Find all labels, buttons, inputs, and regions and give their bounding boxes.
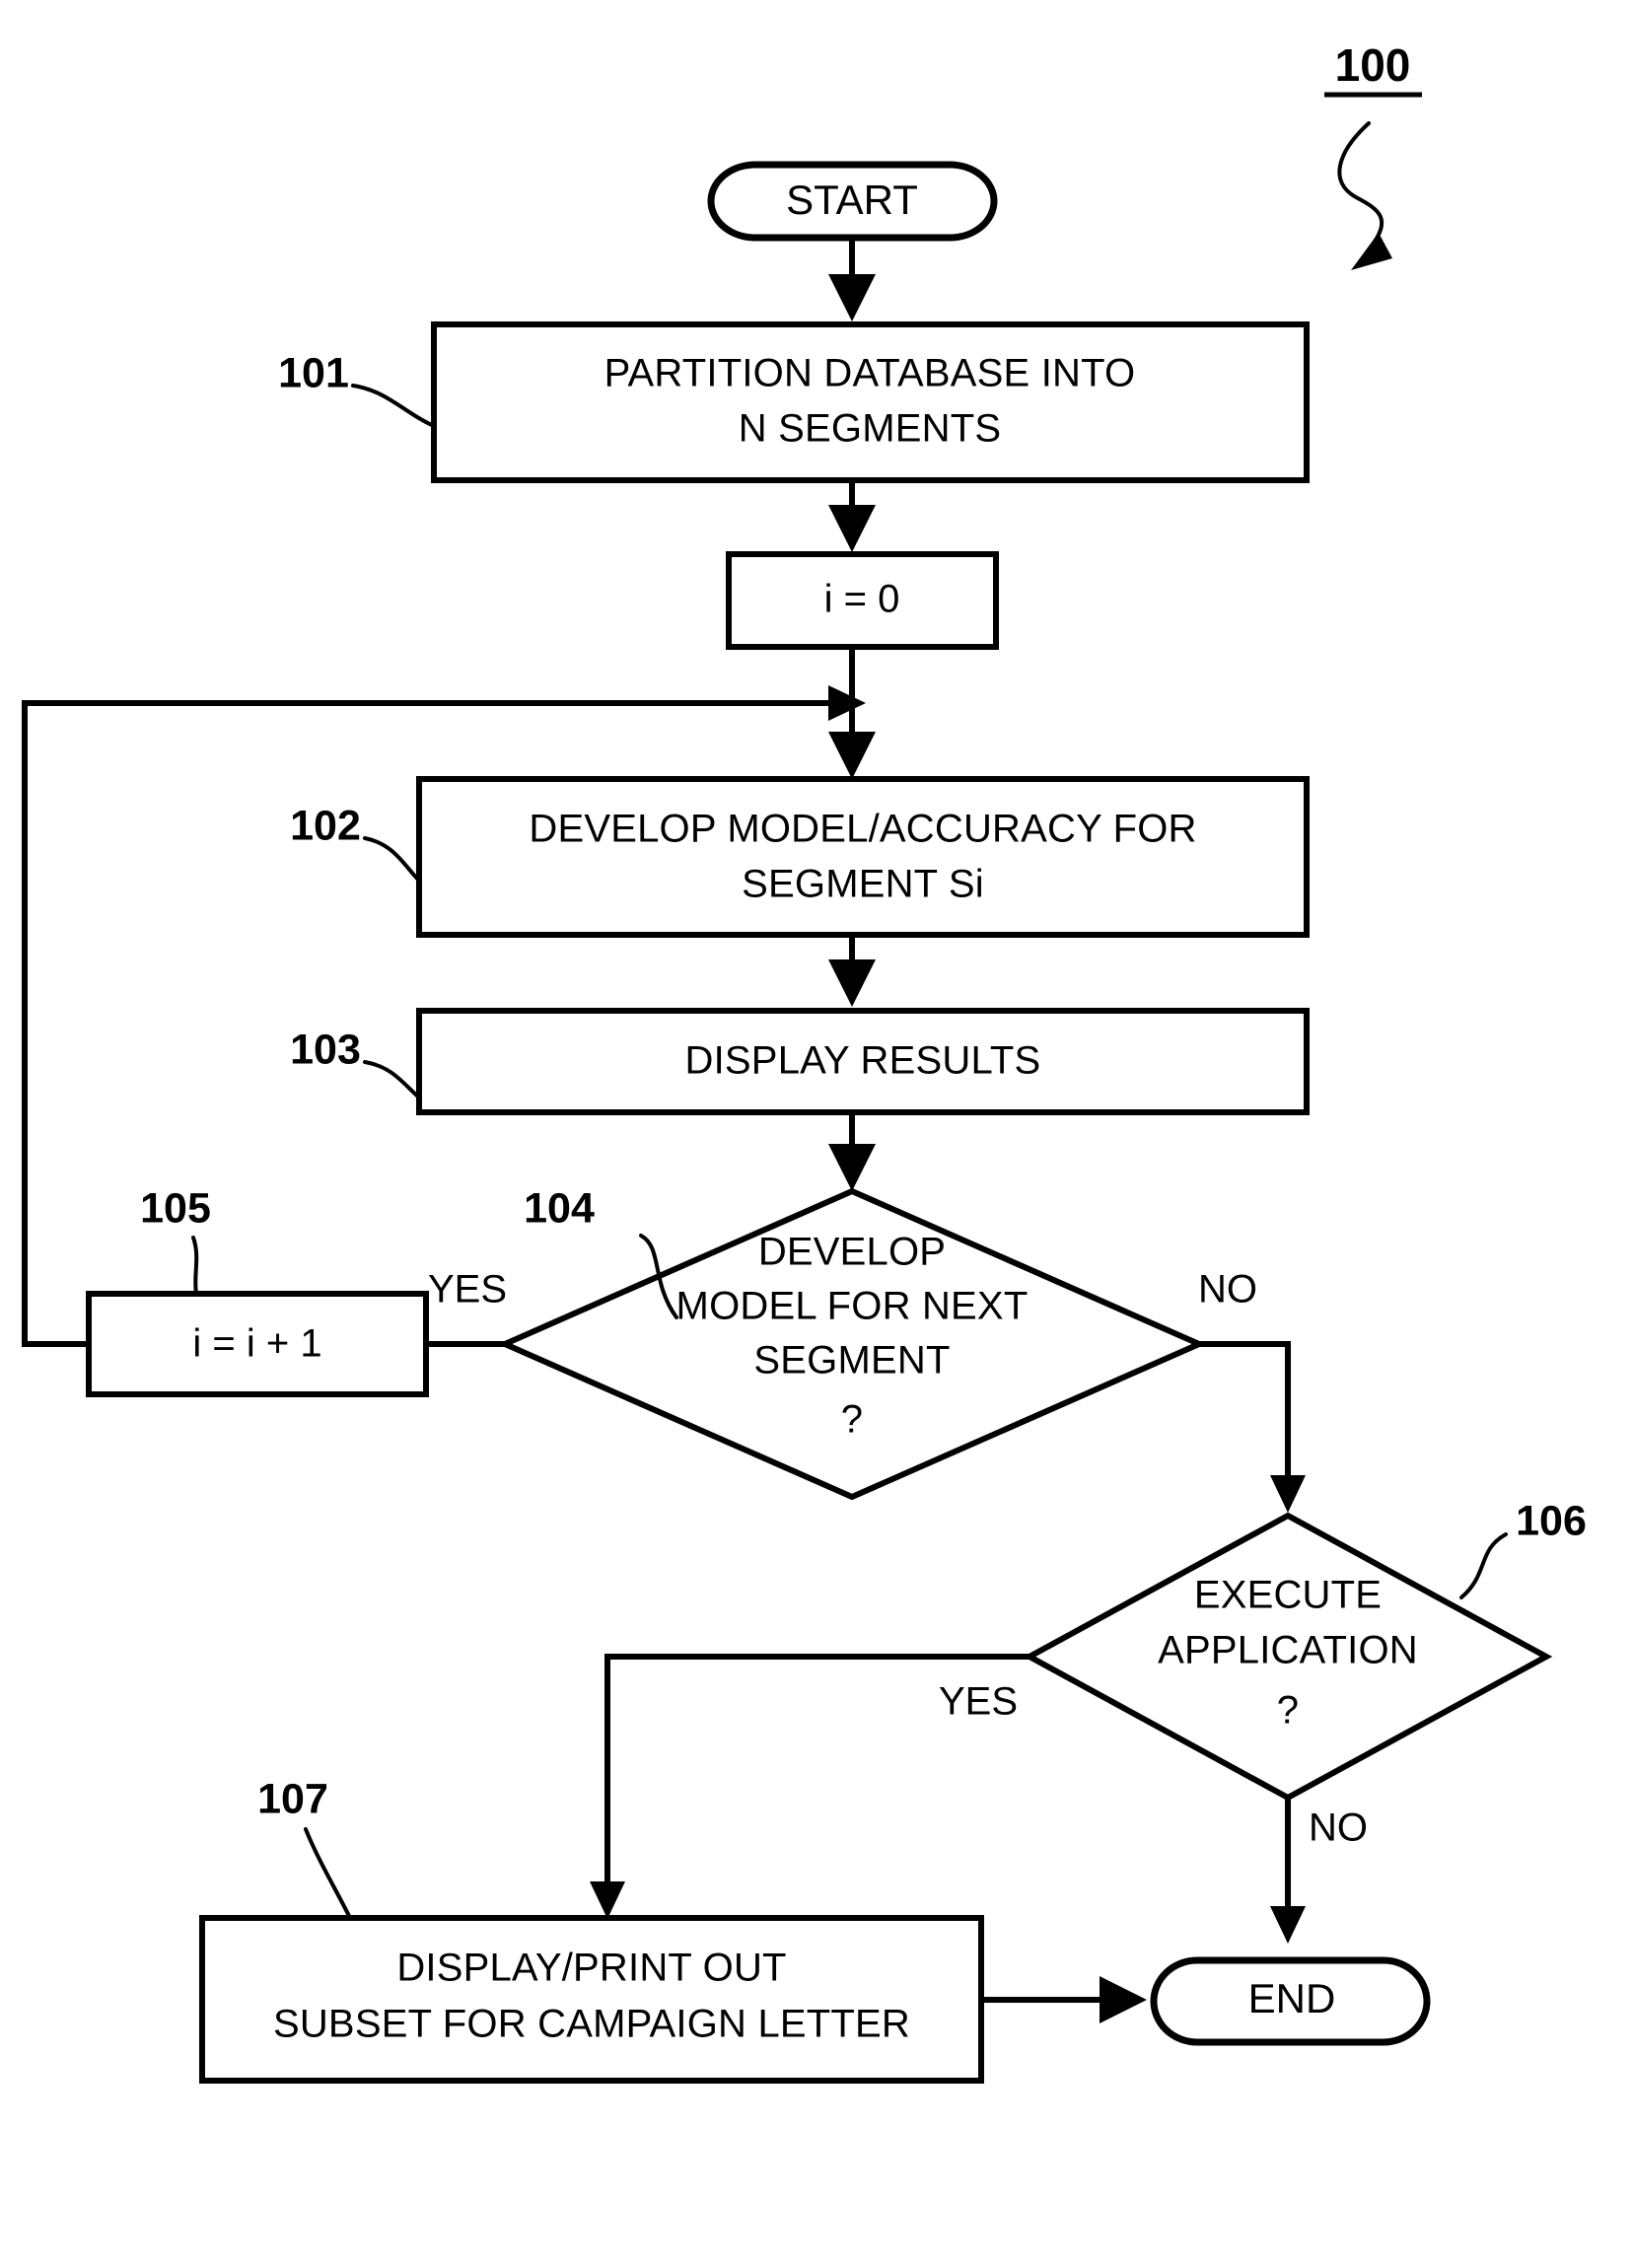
ref-103-leader: [363, 1060, 421, 1099]
figure-lead-arrowhead: [1351, 233, 1392, 270]
node-107[interactable]: DISPLAY/PRINT OUT SUBSET FOR CAMPAIGN LE…: [199, 1915, 984, 2084]
node-106[interactable]: EXECUTE APPLICATION ?: [1023, 1512, 1553, 1802]
ref-label-105: 105: [140, 1184, 211, 1232]
edge-label-no-106: NO: [1309, 1807, 1368, 1850]
ref-105-group: 105: [140, 1184, 211, 1296]
edge-label-yes-106: YES: [939, 1680, 1018, 1724]
box-101-shape: [431, 321, 1310, 483]
ref-label-102: 102: [290, 802, 361, 849]
diamond-106-line-1: EXECUTE: [1194, 1574, 1382, 1617]
ref-102-leader: [363, 836, 421, 883]
edge-104-no-arrowhead: [1270, 1475, 1306, 1513]
edge-label-no-104: NO: [1198, 1268, 1257, 1311]
ref-label-107: 107: [257, 1775, 328, 1822]
ref-101-group: 101: [278, 349, 436, 428]
box-102-line-2: SEGMENT Si: [742, 863, 984, 906]
edge-106-yes-arrowhead: [590, 1881, 625, 1919]
node-start[interactable]: START: [707, 161, 998, 242]
ref-label-103: 103: [290, 1026, 361, 1073]
box-107-line-1: DISPLAY/PRINT OUT: [396, 1947, 786, 1990]
box-102-shape: [416, 776, 1310, 938]
diamond-104-line-3: SEGMENT: [753, 1339, 950, 1382]
ref-106-group: 106: [1459, 1497, 1587, 1599]
figure-canvas: 100 START PARTITION DATABASE INTO N SEGM…: [0, 0, 1633, 2268]
ref-106-leader: [1459, 1532, 1508, 1599]
figure-number: 100: [1335, 39, 1411, 91]
diamond-106-line-2: APPLICATION: [1158, 1629, 1418, 1672]
figure-number-group: 100: [1324, 39, 1422, 270]
ref-105-leader: [191, 1236, 199, 1296]
feedback-loop-arrowhead: [828, 685, 866, 721]
diamond-104-line-4: ?: [841, 1398, 863, 1442]
box-103-label: DISPLAY RESULTS: [685, 1039, 1041, 1083]
diamond-104-line-2: MODEL FOR NEXT: [676, 1285, 1029, 1328]
node-end[interactable]: END: [1150, 1956, 1431, 2046]
diamond-104-line-1: DEVELOP: [758, 1231, 946, 1274]
box-107-shape: [199, 1915, 984, 2084]
node-102[interactable]: DEVELOP MODEL/ACCURACY FOR SEGMENT Si: [416, 776, 1310, 938]
figure-lead-line: [1337, 121, 1384, 247]
box-init-label: i = 0: [824, 578, 900, 621]
ref-102-group: 102: [290, 802, 421, 883]
box-102-line-1: DEVELOP MODEL/ACCURACY FOR: [529, 808, 1196, 851]
box-107-line-2: SUBSET FOR CAMPAIGN LETTER: [273, 2003, 910, 2046]
ref-107-leader: [304, 1827, 352, 1920]
box-101-line-1: PARTITION DATABASE INTO: [604, 352, 1136, 395]
ref-107-group: 107: [257, 1775, 352, 1920]
ref-label-101: 101: [278, 349, 349, 396]
diamond-106-line-3: ?: [1277, 1689, 1299, 1733]
flowchart-diagram: 100 START PARTITION DATABASE INTO N SEGM…: [22, 39, 1587, 2084]
ref-label-104: 104: [524, 1184, 595, 1232]
edge-104-no-path: [1199, 1341, 1291, 1487]
ref-103-group: 103: [290, 1026, 421, 1099]
edge-106-no-arrowhead: [1270, 1906, 1306, 1944]
start-label: START: [786, 177, 918, 223]
node-103[interactable]: DISPLAY RESULTS: [416, 1008, 1310, 1115]
edge-106-no-to-end: [1270, 1798, 1306, 1944]
node-104[interactable]: DEVELOP MODEL FOR NEXT SEGMENT ?: [497, 1187, 1207, 1501]
ref-label-106: 106: [1516, 1497, 1587, 1544]
box-105-label: i = i + 1: [192, 1322, 321, 1366]
node-105[interactable]: i = i + 1: [86, 1291, 429, 1397]
node-init[interactable]: i = 0: [726, 551, 999, 650]
ref-101-leader: [351, 384, 436, 428]
node-101[interactable]: PARTITION DATABASE INTO N SEGMENTS: [431, 321, 1310, 483]
edge-104-no-to-106: [1199, 1341, 1306, 1513]
edge-label-yes-104: YES: [428, 1268, 507, 1311]
box-101-line-2: N SEGMENTS: [739, 407, 1001, 451]
end-label: END: [1248, 1975, 1336, 2021]
